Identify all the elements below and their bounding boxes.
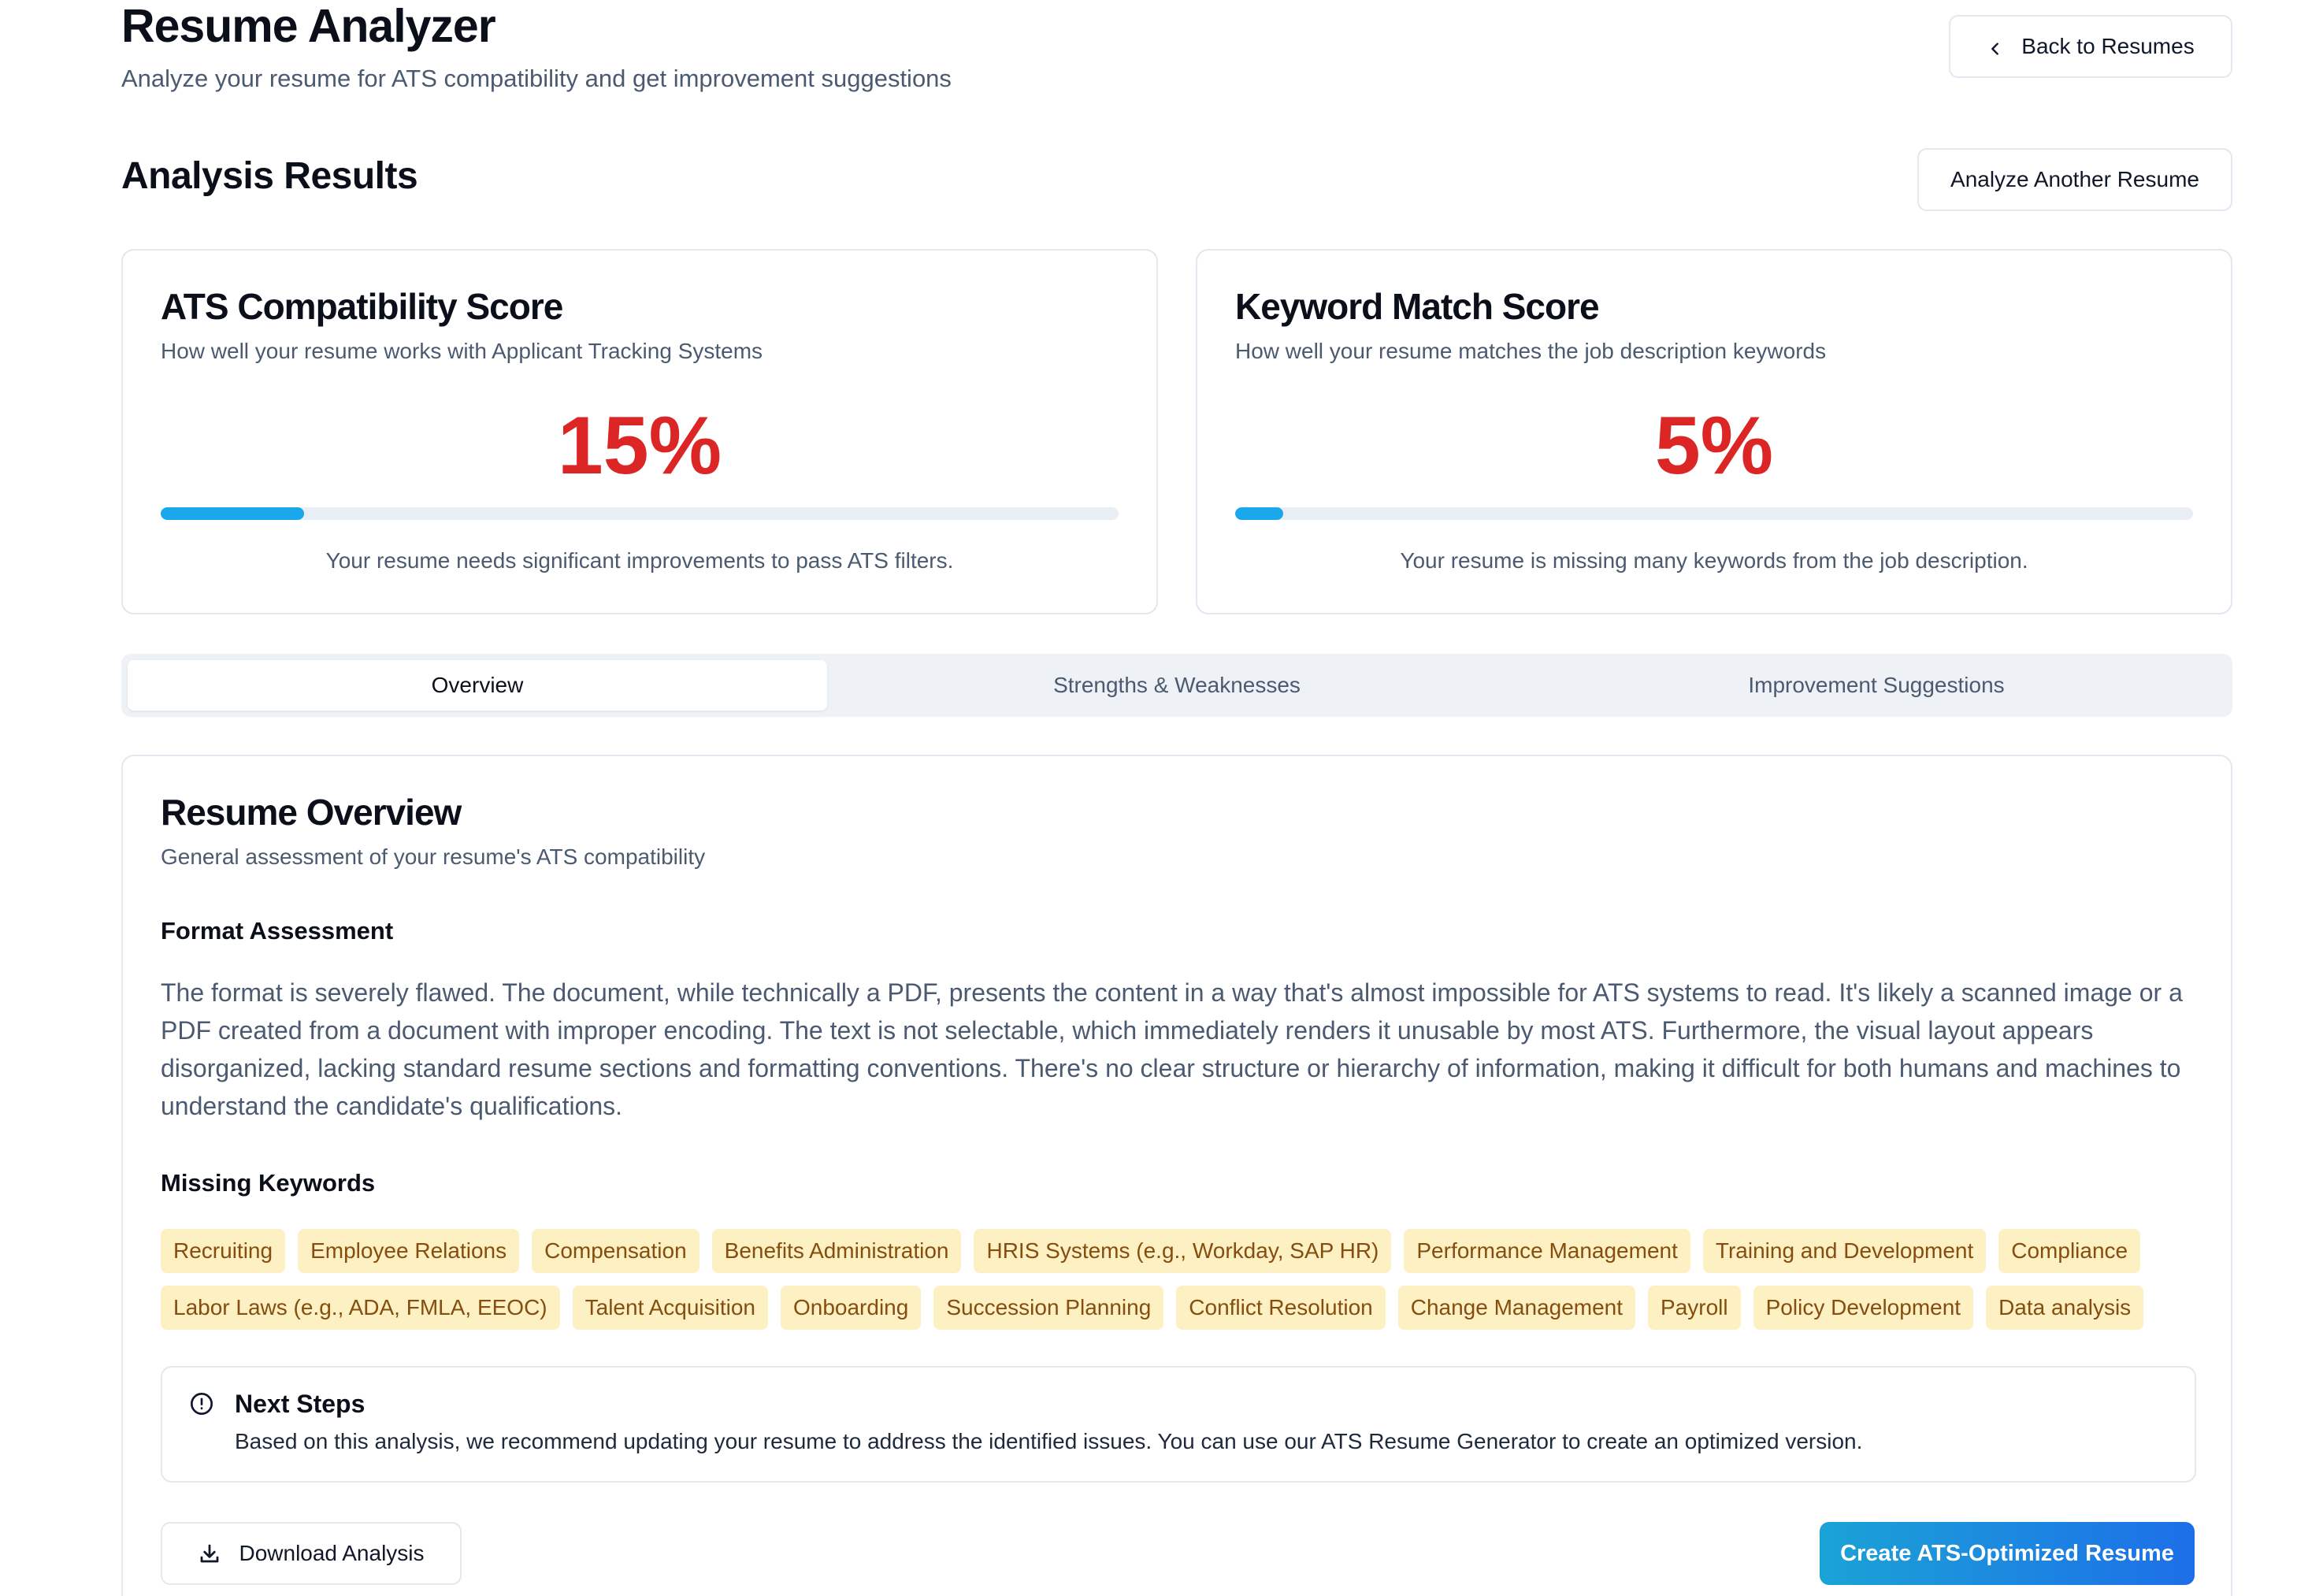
back-to-resumes-button[interactable]: Back to Resumes — [1949, 15, 2232, 78]
missing-keyword-badge: Recruiting — [161, 1229, 286, 1273]
keyword-score-progress-bar — [1235, 507, 2193, 520]
analyze-another-resume-button[interactable]: Analyze Another Resume — [1917, 148, 2232, 211]
missing-keyword-badge: Conflict Resolution — [1176, 1286, 1386, 1330]
keyword-score-description: How well your resume matches the job des… — [1235, 339, 1827, 363]
alert-circle-icon — [189, 1391, 214, 1416]
format-assessment-text: The format is severely flawed. The docum… — [161, 978, 2183, 1120]
ats-score-progress-fill — [161, 507, 305, 520]
ats-score-value: 15% — [557, 400, 722, 492]
tab-strengths-weaknesses[interactable]: Strengths & Weaknesses — [827, 660, 1527, 711]
missing-keyword-badge: Labor Laws (e.g., ADA, FMLA, EEOC) — [161, 1286, 560, 1330]
ats-score-title: ATS Compatibility Score — [161, 286, 563, 327]
format-assessment-heading: Format Assessment — [161, 917, 394, 945]
keyword-score-progress-fill — [1235, 507, 1283, 520]
page-subtitle: Analyze your resume for ATS compatibilit… — [121, 65, 952, 92]
missing-keyword-badge: Employee Relations — [298, 1229, 520, 1273]
missing-keyword-badge: Talent Acquisition — [572, 1286, 768, 1330]
keyword-score-title: Keyword Match Score — [1235, 286, 1600, 327]
tab-improvement-suggestions[interactable]: Improvement Suggestions — [1527, 660, 2226, 711]
next-steps-title: Next Steps — [235, 1390, 366, 1418]
create-ats-optimized-resume-button[interactable]: Create ATS-Optimized Resume — [1820, 1522, 2195, 1585]
next-steps-text: Based on this analysis, we recommend upd… — [235, 1429, 1863, 1453]
overview-title: Resume Overview — [161, 792, 462, 833]
missing-keyword-badge: Policy Development — [1753, 1286, 1974, 1330]
analysis-results-title: Analysis Results — [121, 155, 418, 197]
ats-score-progress-bar — [161, 507, 1119, 520]
missing-keyword-badge: Change Management — [1397, 1286, 1636, 1330]
missing-keyword-badge: HRIS Systems (e.g., Workday, SAP HR) — [974, 1229, 1392, 1273]
overview-description: General assessment of your resume's ATS … — [161, 844, 706, 869]
missing-keywords-heading: Missing Keywords — [161, 1169, 376, 1197]
page-title: Resume Analyzer — [121, 0, 496, 52]
missing-keyword-badge: Onboarding — [780, 1286, 922, 1330]
next-steps-alert: Next Steps Based on this analysis, we re… — [161, 1366, 2196, 1483]
download-analysis-button[interactable]: Download Analysis — [161, 1522, 462, 1585]
analysis-tabs: Overview Strengths & Weaknesses Improvem… — [121, 654, 2232, 717]
missing-keyword-badge: Compensation — [532, 1229, 699, 1273]
back-to-resumes-label: Back to Resumes — [2021, 34, 2195, 58]
download-analysis-label: Download Analysis — [239, 1541, 425, 1565]
keyword-score-card: Keyword Match Score How well your resume… — [1196, 249, 2232, 614]
keyword-score-note: Your resume is missing many keywords fro… — [1400, 548, 2028, 573]
missing-keyword-badge: Succession Planning — [933, 1286, 1164, 1330]
download-icon — [198, 1542, 221, 1565]
missing-keywords-row-2: Labor Laws (e.g., ADA, FMLA, EEOC) Talent… — [161, 1286, 2144, 1330]
missing-keywords-row-1: Recruiting Employee Relations Compensation… — [161, 1229, 2141, 1273]
ats-score-description: How well your resume works with Applican… — [161, 339, 763, 363]
ats-score-card: ATS Compatibility Score How well your re… — [121, 249, 1158, 614]
missing-keyword-badge: Training and Development — [1702, 1229, 1987, 1273]
keyword-score-value: 5% — [1654, 400, 1774, 492]
ats-score-note: Your resume needs significant improvemen… — [325, 548, 954, 573]
missing-keyword-badge: Performance Management — [1404, 1229, 1690, 1273]
chevron-left-icon — [1987, 38, 2004, 55]
resume-overview-card: Resume Overview General assessment of yo… — [121, 755, 2232, 1596]
missing-keyword-badge: Data analysis — [1986, 1286, 2144, 1330]
missing-keyword-badge: Compliance — [1998, 1229, 2141, 1273]
tab-overview[interactable]: Overview — [128, 660, 827, 711]
missing-keyword-badge: Benefits Administration — [711, 1229, 962, 1273]
missing-keyword-badge: Payroll — [1648, 1286, 1741, 1330]
